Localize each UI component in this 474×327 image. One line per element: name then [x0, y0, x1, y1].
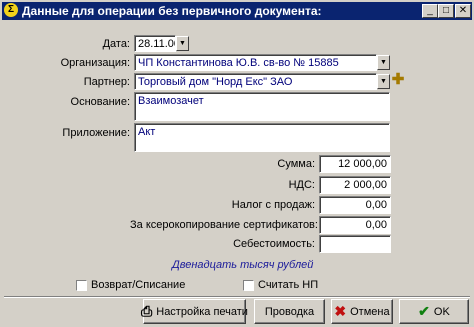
partner-field[interactable]: Торговый дом "Норд Екс" ЗАО [134, 73, 377, 90]
cancel-button[interactable]: ✖ Отмена [331, 299, 393, 324]
sales-tax-label: Налог с продаж: [231, 199, 315, 211]
date-field[interactable]: 28.11.00 [134, 35, 176, 52]
dialog-window: Σ Данные для операции без первичного док… [0, 0, 474, 327]
cancel-x-icon: ✖ [334, 303, 347, 319]
separator [4, 296, 470, 298]
post-button[interactable]: Проводка [254, 299, 325, 324]
print-settings-label: Настройка печати [156, 305, 248, 318]
basis-field[interactable]: Взаимозачет [134, 92, 390, 121]
print-settings-button[interactable]: ⎙ Настройка печати [141, 299, 248, 324]
return-writeoff-label: Возврат/Списание [91, 279, 186, 291]
maximize-button[interactable]: □ [438, 4, 454, 18]
date-label: Дата: [102, 38, 130, 50]
cancel-label: Отмена [350, 305, 390, 318]
partner-label: Партнер: [83, 76, 130, 88]
sum-label: Сумма: [277, 158, 315, 170]
add-partner-icon[interactable]: ✚ [391, 72, 405, 88]
sales-tax-field[interactable]: 0,00 [319, 196, 391, 214]
ok-label: OK [433, 305, 450, 318]
vat-label: НДС: [288, 179, 315, 191]
minimize-button[interactable]: _ [422, 4, 438, 18]
organization-dropdown-button[interactable]: ▼ [377, 55, 390, 70]
organization-field[interactable]: ЧП Константинова Ю.В. св-во № 15885 [134, 54, 377, 71]
post-label: Проводка [264, 305, 315, 318]
count-np-checkbox[interactable] [243, 280, 254, 291]
printer-wrench-icon: ⎙ [141, 303, 153, 319]
ok-button[interactable]: ✔ OK [399, 299, 469, 324]
copy-fee-label: За ксерокопирование сертификатов: [130, 219, 318, 231]
partner-dropdown-button[interactable]: ▼ [377, 74, 390, 89]
basis-label: Основание: [70, 96, 130, 108]
title-bar[interactable]: Σ Данные для операции без первичного док… [2, 2, 472, 20]
count-np-label: Считать НП [258, 279, 319, 291]
cost-field[interactable] [319, 235, 391, 253]
date-dropdown-button[interactable]: ▼ [176, 36, 189, 51]
close-button[interactable]: ✕ [455, 4, 471, 18]
cost-label: Себестоимость: [233, 238, 315, 250]
vat-field[interactable]: 2 000,00 [319, 176, 391, 194]
window-title: Данные для операции без первичного докум… [22, 4, 322, 18]
attachment-field[interactable]: Акт [134, 123, 390, 152]
attachment-label: Приложение: [62, 127, 130, 139]
organization-label: Организация: [60, 57, 130, 69]
sum-field[interactable]: 12 000,00 [319, 155, 391, 173]
sum-in-words: Двенадцать тысяч рублей [172, 259, 314, 271]
copy-fee-field[interactable]: 0,00 [319, 216, 391, 234]
checkmark-icon: ✔ [418, 303, 430, 319]
app-icon: Σ [4, 3, 18, 17]
return-writeoff-checkbox[interactable] [76, 280, 87, 291]
